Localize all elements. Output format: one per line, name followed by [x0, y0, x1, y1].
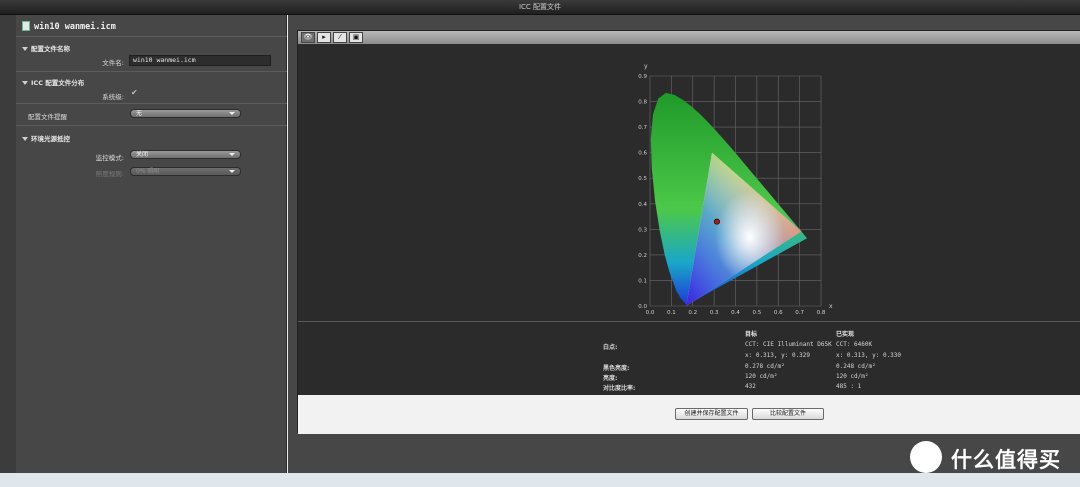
left-strip	[0, 15, 16, 473]
x-axis-label: x	[829, 303, 833, 310]
light-level-select[interactable]: 0% 照明	[130, 167, 241, 176]
x-tick-label: 0.3	[710, 310, 719, 316]
white-point-marker	[713, 218, 720, 225]
file-icon	[22, 21, 30, 31]
x-tick-label: 0.6	[774, 310, 783, 316]
black-luminance-label: 黑色亮度:	[603, 365, 630, 372]
y-tick-label: 0.1	[638, 278, 647, 284]
divider	[16, 103, 287, 104]
achieved-black: 0.248 cd/m²	[836, 363, 876, 370]
view-toolbar: 👁 ▸ ⁄ ▣	[298, 31, 1080, 44]
y-axis-label: y	[644, 63, 648, 70]
eye-icon[interactable]: 👁	[301, 32, 315, 43]
divider	[16, 36, 287, 37]
achieved-xy: x: 0.313, y: 0.330	[836, 352, 902, 359]
y-tick-label: 0.6	[638, 151, 647, 157]
filename-label: 文件名:	[102, 59, 124, 67]
profile-info-table: 目标 已实现 白点: CCT: CIE Illuminant D65K CCT:…	[298, 322, 1080, 395]
achieved-contrast: 485 : 1	[836, 383, 862, 390]
target-contrast: 432	[745, 383, 756, 390]
monitor-mode-label: 监控模式:	[95, 154, 124, 162]
y-tick-label: 0.8	[638, 100, 647, 106]
y-tick-label: 0.0	[638, 304, 647, 310]
x-tick-label: 0.8	[817, 310, 826, 316]
y-tick-label: 0.2	[638, 253, 647, 259]
whitepoint-label: 白点:	[603, 344, 618, 351]
luminance-label: 亮度:	[603, 375, 618, 382]
chromaticity-chart-area: 0.0 0.1 0.2 0.3 0.4 0.5 0.6 0.7 0.8 0.0 0.1 0.2 0.3 0…	[298, 44, 1080, 321]
divider	[16, 71, 287, 72]
reminder-label: 配置文件提醒	[28, 113, 67, 121]
reminder-select[interactable]: 无	[130, 109, 241, 118]
action-footer: 创建并保存配置文件 比较配置文件	[298, 395, 1080, 434]
compare-profile-button[interactable]: 比较配置文件	[752, 408, 824, 420]
achieved-cct: CCT: 6460K	[836, 341, 873, 348]
chevron-down-icon	[22, 81, 28, 85]
watermark: 什么值得买	[907, 440, 1077, 480]
image-icon[interactable]: ▣	[349, 32, 363, 43]
window-title: ICC 配置文件	[0, 0, 1080, 15]
y-tick-label: 0.7	[638, 125, 647, 131]
x-tick-label: 0.5	[753, 310, 762, 316]
spectral-locus	[650, 92, 807, 306]
y-tick-label: 0.4	[638, 202, 647, 208]
x-tick-label: 0.1	[667, 310, 676, 316]
chevron-down-icon	[22, 137, 28, 141]
target-column-header: 目标	[745, 331, 758, 338]
chevron-down-icon	[229, 112, 235, 115]
contrast-label: 对比度比率:	[603, 385, 636, 392]
chevron-down-icon	[229, 170, 235, 173]
watermark-text: 什么值得买	[951, 448, 1061, 472]
monitor-mode-select[interactable]: 关闭	[130, 150, 241, 159]
system-checkbox[interactable]: ✔	[131, 88, 138, 97]
target-black: 0.278 cd/m²	[745, 363, 785, 370]
y-tick-label: 0.3	[638, 227, 647, 233]
section-profile-name[interactable]: 配置文件名称	[22, 43, 70, 53]
create-save-profile-button[interactable]: 创建并保存配置文件	[675, 408, 748, 420]
cie-chromaticity-chart: 0.0 0.1 0.2 0.3 0.4 0.5 0.6 0.7 0.8 0.0 0.1 0.2 0.3 0…	[638, 63, 833, 316]
section-profile-dist[interactable]: ICC 配置文件分布	[22, 77, 84, 87]
watermark-logo-icon	[910, 441, 942, 473]
chevron-down-icon	[229, 153, 235, 156]
profile-panel: 👁 ▸ ⁄ ▣ 0.0 0.1 0.2 0.3 0.4 0.5 0.6 0.7 …	[297, 30, 1080, 434]
y-tick-label: 0.9	[638, 74, 647, 80]
target-luminance: 120 cd/m²	[745, 373, 778, 380]
x-tick-label: 0.0	[646, 310, 655, 316]
achieved-luminance: 120 cd/m²	[836, 373, 869, 380]
curve-icon[interactable]: ⁄	[333, 32, 347, 43]
y-tick-label: 0.5	[638, 176, 647, 182]
profile-title: win10 wanmei.icm	[34, 22, 116, 32]
target-xy: x: 0.313, y: 0.329	[745, 352, 811, 359]
divider	[16, 125, 287, 126]
x-tick-label: 0.4	[731, 310, 740, 316]
achieved-column-header: 已实现	[836, 331, 855, 338]
x-tick-label: 0.7	[795, 310, 804, 316]
target-cct: CCT: CIE Illuminant D65K	[745, 341, 832, 348]
light-level-label: 照度规则:	[95, 170, 124, 178]
x-tick-label: 0.2	[688, 310, 697, 316]
chevron-down-icon	[22, 47, 28, 51]
system-label: 系统级:	[102, 93, 124, 101]
section-ambient[interactable]: 环境光源抵控	[22, 133, 70, 143]
filename-input[interactable]: win10 wanmei.icm	[129, 55, 271, 66]
cursor-icon[interactable]: ▸	[317, 32, 331, 43]
